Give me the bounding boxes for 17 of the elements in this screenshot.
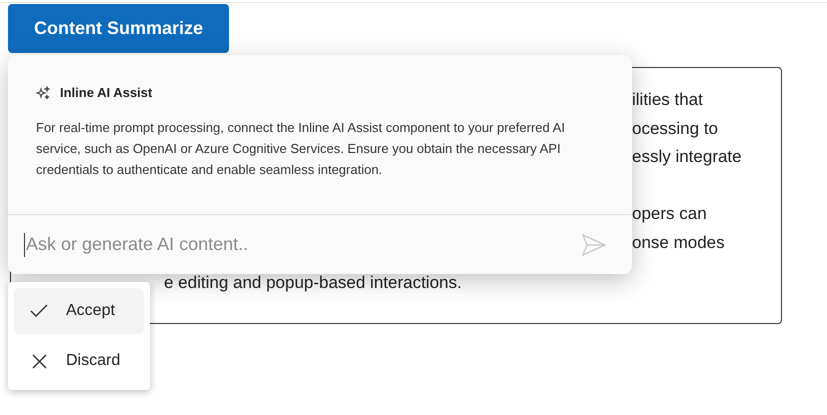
editor-text: e editing and popup-based interactions.	[164, 272, 462, 294]
close-icon	[32, 354, 46, 368]
popup-title: Inline AI Assist	[60, 84, 152, 102]
send-icon[interactable]	[582, 234, 606, 256]
editor-text: onse modes	[632, 232, 726, 254]
prompt-field[interactable]: Ask or generate AI content..	[24, 232, 582, 256]
summarize-button[interactable]: Content Summarize	[8, 4, 229, 53]
popup-description: For real-time prompt processing, connect the Inline AI Assist component to your preferred AI service, such as OpenAI or Azure Cognitive Services. Ensure you obtain the necessary API credentials to authenticate and enable seamless integration.	[35, 118, 566, 179]
sparkle-icon	[36, 86, 50, 100]
editor-text: ocessing to	[632, 118, 719, 140]
menu-label: Discard	[66, 351, 120, 371]
editor-text: opers can	[632, 203, 708, 225]
editor-text: essly integrate	[632, 146, 742, 168]
menu-label: Accept	[66, 301, 115, 321]
editor-text: ilities that	[632, 89, 704, 111]
check-icon	[30, 304, 48, 318]
menu-item[interactable]: Accept	[14, 288, 144, 334]
